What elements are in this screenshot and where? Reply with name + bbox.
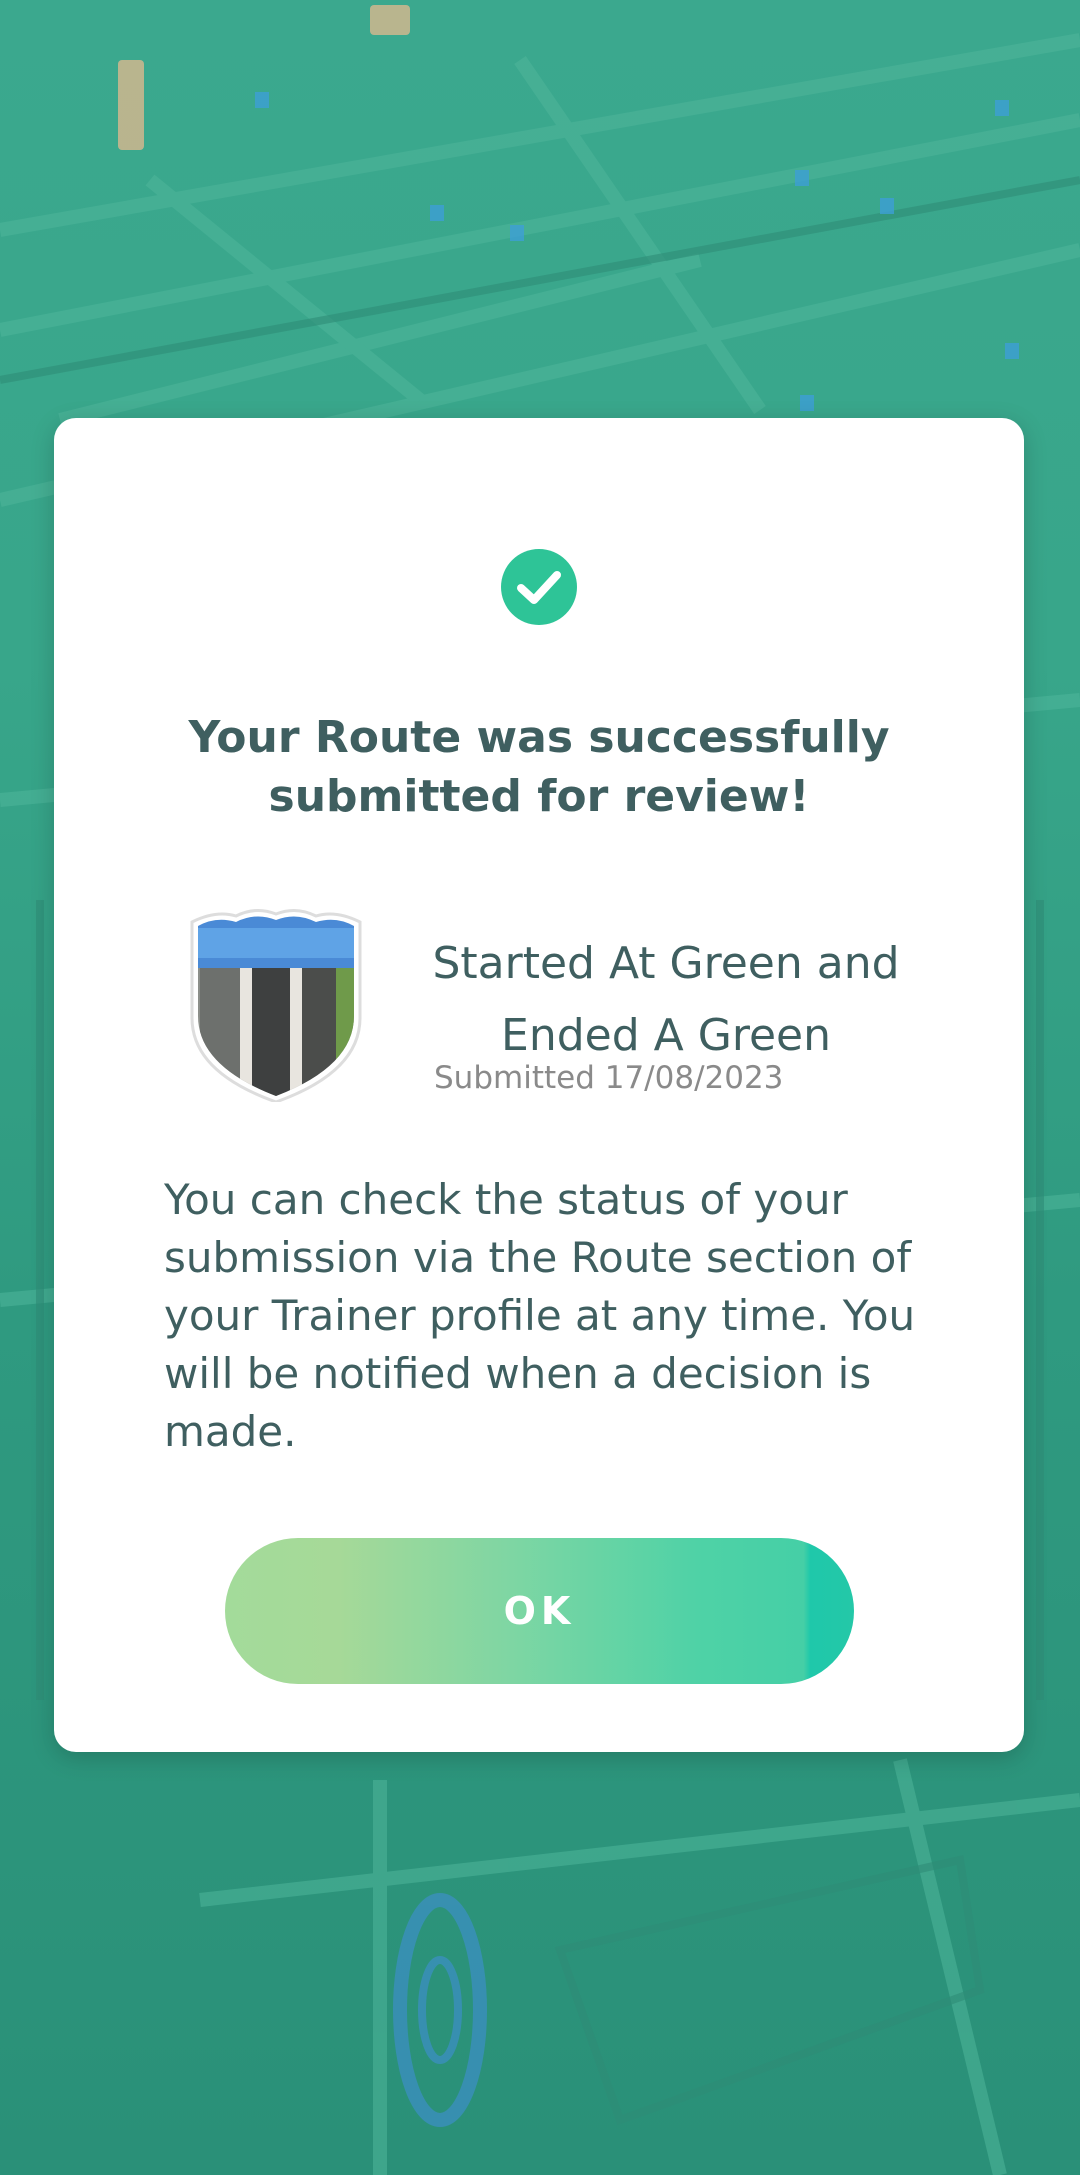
- checkmark-circle-icon: [501, 549, 577, 625]
- dialog-title: Your Route was successfully submitted fo…: [188, 712, 890, 822]
- route-submitted-dialog: Your Route was successfully submitted fo…: [54, 418, 1024, 1752]
- route-name: Started At Green and Ended A Green: [432, 938, 900, 1061]
- ok-button[interactable]: OK: [225, 1538, 854, 1684]
- route-submitted-date: Submitted 17/08/2023: [434, 1060, 784, 1096]
- route-shield-badge-icon: [190, 909, 362, 1102]
- dialog-message: You can check the status of your submiss…: [164, 1175, 916, 1456]
